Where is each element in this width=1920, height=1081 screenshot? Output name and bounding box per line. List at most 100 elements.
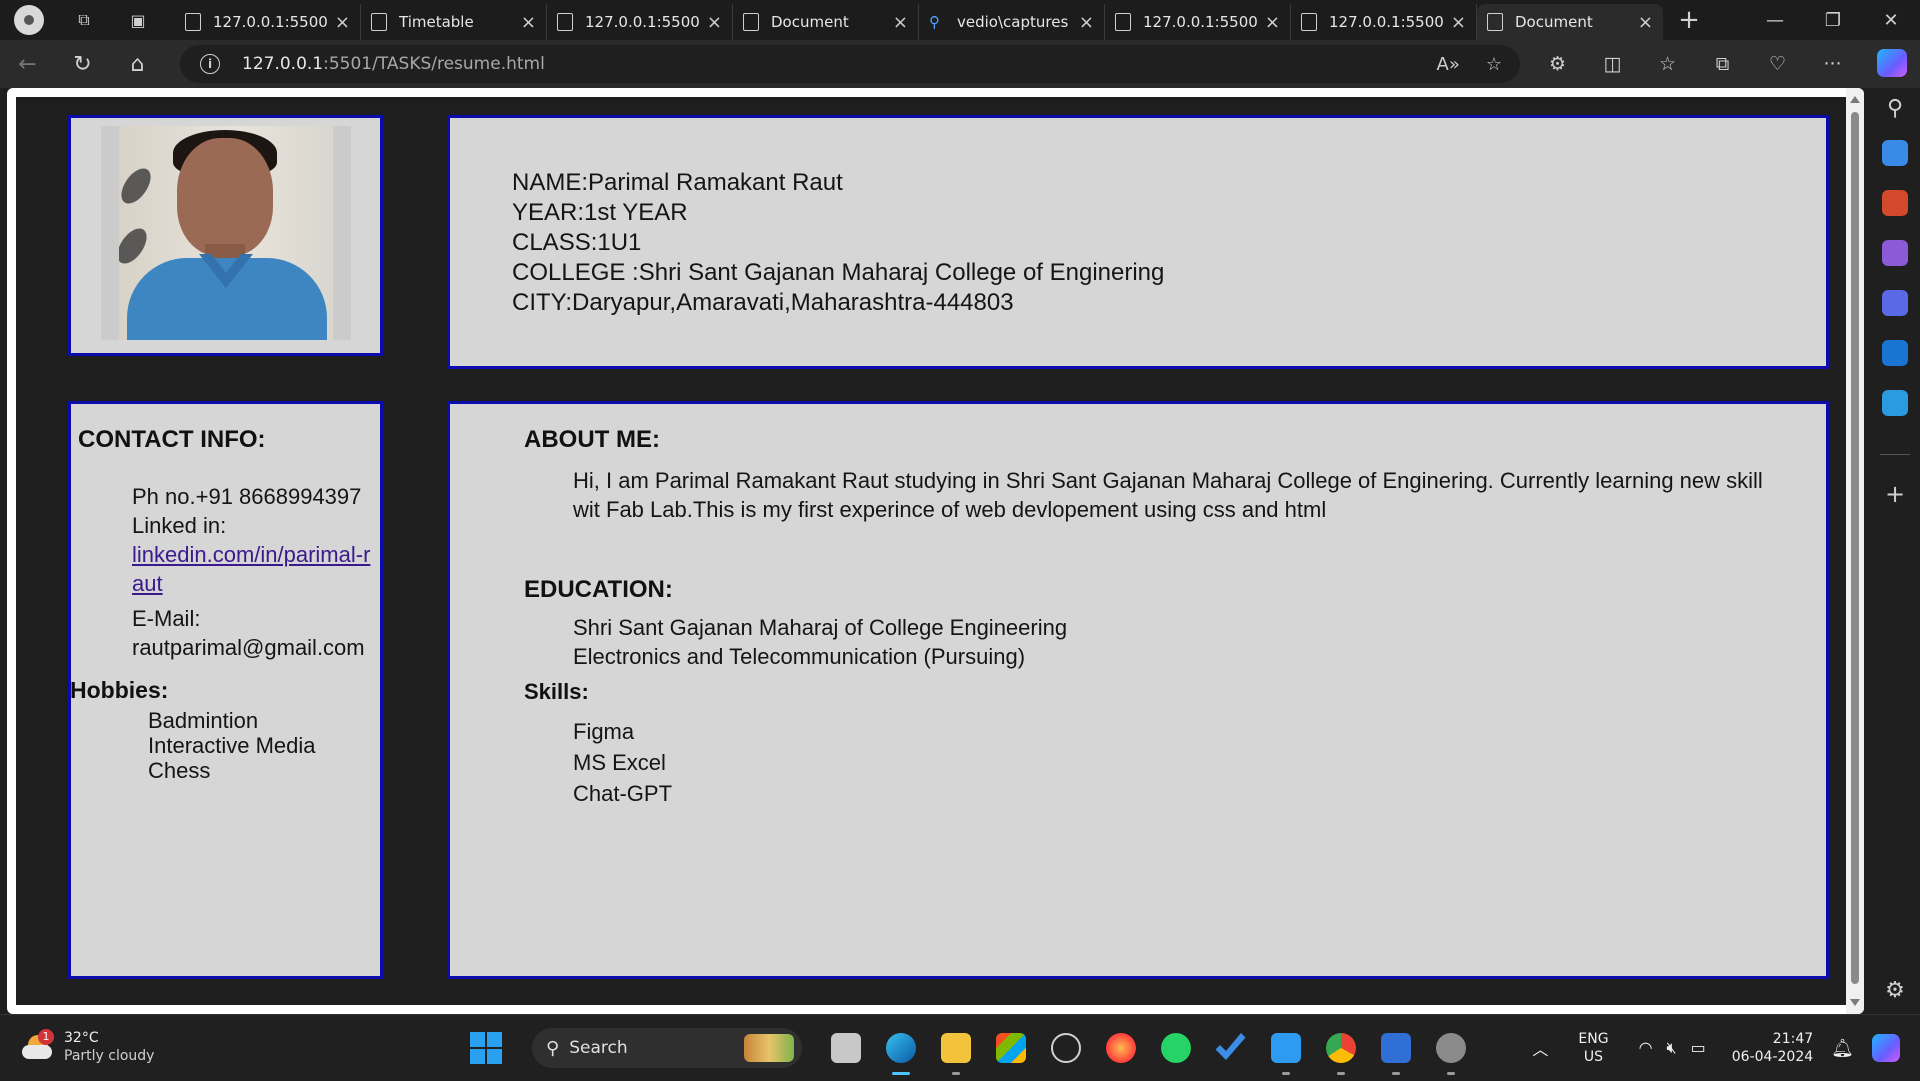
close-tab-icon[interactable]: × bbox=[1638, 12, 1653, 33]
whatsapp-icon[interactable] bbox=[1148, 1015, 1203, 1081]
lang-top: ENG bbox=[1578, 1031, 1609, 1047]
extensions-icon[interactable]: ⚙ bbox=[1530, 53, 1585, 75]
photo-leaf bbox=[119, 163, 157, 209]
class-line: CLASS:1U1 bbox=[512, 229, 642, 256]
taskbar-search[interactable]: ⚲ Search bbox=[532, 1028, 802, 1068]
page-icon bbox=[371, 13, 387, 31]
drop-icon[interactable] bbox=[1882, 390, 1908, 416]
search-highlight-image bbox=[744, 1034, 794, 1062]
tab-title: Document bbox=[771, 13, 849, 31]
photo-card bbox=[68, 115, 383, 356]
tab-title: 127.0.0.1:5500/ bbox=[1329, 13, 1443, 31]
tab-1[interactable]: 127.0.0.1:5500/ × bbox=[175, 4, 361, 40]
file-explorer-icon[interactable] bbox=[928, 1015, 983, 1081]
shopping-tag-icon[interactable] bbox=[1882, 140, 1908, 166]
microsoft-store-icon[interactable] bbox=[983, 1015, 1038, 1081]
site-info-icon[interactable]: i bbox=[200, 54, 220, 74]
tab-8-active[interactable]: Document × bbox=[1477, 4, 1663, 40]
outlook-icon[interactable] bbox=[1882, 340, 1908, 366]
close-tab-icon[interactable]: × bbox=[1079, 12, 1094, 33]
volume-muted-icon: 🔇︎ bbox=[1666, 1038, 1677, 1057]
new-tab-button[interactable]: + bbox=[1669, 5, 1709, 35]
education-college: Shri Sant Gajanan Maharaj of College Eng… bbox=[573, 615, 1068, 640]
close-tab-icon[interactable]: × bbox=[521, 12, 536, 33]
scroll-up-arrow-icon[interactable] bbox=[1850, 96, 1860, 103]
tab-2[interactable]: Timetable × bbox=[361, 4, 547, 40]
media-player-icon[interactable] bbox=[1368, 1015, 1423, 1081]
more-menu-icon[interactable]: ··· bbox=[1805, 53, 1860, 75]
workspaces-icon[interactable]: ⧉ bbox=[70, 6, 98, 34]
favorite-star-icon[interactable]: ☆ bbox=[1486, 54, 1502, 75]
lang-bottom: US bbox=[1583, 1049, 1604, 1065]
chrome-icon[interactable] bbox=[1313, 1015, 1368, 1081]
close-tab-icon[interactable]: × bbox=[335, 12, 350, 33]
add-sidebar-app-icon[interactable]: + bbox=[1882, 480, 1908, 508]
todo-icon[interactable] bbox=[1203, 1015, 1258, 1081]
tab-3[interactable]: 127.0.0.1:5500/ × bbox=[547, 4, 733, 40]
copilot-icon[interactable] bbox=[1877, 49, 1907, 77]
settings-icon[interactable] bbox=[1423, 1015, 1478, 1081]
hobby-item: Badmintion bbox=[148, 708, 259, 733]
back-icon[interactable]: ← bbox=[0, 44, 55, 84]
city-line: CITY:Daryapur,Amaravati,Maharashtra-4448… bbox=[512, 289, 1014, 316]
read-aloud-icon[interactable]: A» bbox=[1437, 54, 1460, 75]
taskbar-apps: ⚲ Search bbox=[470, 1015, 1478, 1081]
windows-start-icon[interactable] bbox=[470, 1032, 502, 1064]
taskbar-search-label: Search bbox=[569, 1038, 628, 1058]
show-hidden-icons-icon[interactable]: ︿ bbox=[1532, 1036, 1548, 1060]
microsoft-365-icon[interactable] bbox=[1882, 290, 1908, 316]
refresh-icon[interactable]: ↻ bbox=[55, 44, 110, 84]
linkedin-link[interactable]: linkedin.com/in/parimal-raut bbox=[132, 540, 377, 598]
split-screen-icon[interactable]: ◫ bbox=[1585, 53, 1640, 75]
task-view-icon[interactable] bbox=[818, 1015, 873, 1081]
dell-icon[interactable] bbox=[1038, 1015, 1093, 1081]
collections-icon[interactable]: ⧉ bbox=[1695, 53, 1750, 75]
sidebar-settings-icon[interactable]: ⚙ bbox=[1882, 978, 1908, 1003]
tab-7[interactable]: 127.0.0.1:5500/ × bbox=[1291, 4, 1477, 40]
sidebar-search-icon[interactable]: ⚲ bbox=[1882, 96, 1908, 122]
tab-4[interactable]: Document × bbox=[733, 4, 919, 40]
windows-taskbar: 1 32°C Partly cloudy ⚲ Search ︿ ENG US ◠… bbox=[0, 1014, 1920, 1080]
close-tab-icon[interactable]: × bbox=[1265, 12, 1280, 33]
close-tab-icon[interactable]: × bbox=[707, 12, 722, 33]
url-host: 127.0.0.1 bbox=[242, 54, 324, 74]
page-icon bbox=[1115, 13, 1131, 31]
weather-text: 32°C Partly cloudy bbox=[64, 1029, 154, 1065]
minimize-icon[interactable]: — bbox=[1746, 0, 1804, 40]
tab-title: Timetable bbox=[399, 13, 474, 31]
copilot-taskbar-icon[interactable] bbox=[1872, 1034, 1900, 1062]
close-window-icon[interactable]: ✕ bbox=[1862, 0, 1920, 40]
vscode-icon[interactable] bbox=[1258, 1015, 1313, 1081]
photo-leaf bbox=[119, 223, 153, 269]
home-icon[interactable]: ⌂ bbox=[110, 44, 165, 84]
address-bar[interactable]: i 127.0.0.1:5501/TASKS/resume.html A» ☆ bbox=[180, 45, 1520, 83]
skills-list: Figma MS Excel Chat-GPT bbox=[573, 716, 672, 809]
name-line: NAME:Parimal Ramakant Raut bbox=[512, 169, 843, 196]
clock[interactable]: 21:47 06-04-2024 bbox=[1732, 1030, 1813, 1066]
browser-essentials-icon[interactable]: ♡ bbox=[1750, 53, 1805, 75]
scroll-down-arrow-icon[interactable] bbox=[1850, 999, 1860, 1006]
favorites-icon[interactable]: ☆ bbox=[1640, 53, 1695, 75]
weather-widget[interactable]: 1 32°C Partly cloudy bbox=[22, 1029, 154, 1065]
restore-icon[interactable]: ❐ bbox=[1804, 0, 1862, 40]
tools-briefcase-icon[interactable] bbox=[1882, 190, 1908, 216]
tab-6[interactable]: 127.0.0.1:5500/ × bbox=[1105, 4, 1291, 40]
games-icon[interactable] bbox=[1882, 240, 1908, 266]
page-scrollbar[interactable] bbox=[1846, 88, 1864, 1014]
profile-avatar[interactable] bbox=[14, 5, 44, 35]
close-tab-icon[interactable]: × bbox=[893, 12, 908, 33]
notification-bell-icon[interactable]: 🔔︎ bbox=[1831, 1038, 1854, 1059]
language-indicator[interactable]: ENG US bbox=[1578, 1030, 1608, 1066]
scroll-thumb[interactable] bbox=[1851, 112, 1859, 984]
edge-browser-icon[interactable] bbox=[873, 1015, 928, 1081]
firefox-icon[interactable] bbox=[1093, 1015, 1148, 1081]
tab-5[interactable]: ⚲ vedio\captures × bbox=[919, 4, 1105, 40]
clock-date: 06-04-2024 bbox=[1731, 1049, 1814, 1065]
email-value: rautparimal@gmail.com bbox=[132, 635, 365, 660]
contact-card: CONTACT INFO: Ph no.+91 8668994397 Linke… bbox=[68, 401, 383, 979]
education-title: EDUCATION: bbox=[524, 576, 673, 603]
system-tray: ︿ ENG US ◠ 🔇︎ ▭ 21:47 06-04-2024 🔔︎ bbox=[1532, 1015, 1900, 1081]
close-tab-icon[interactable]: × bbox=[1451, 12, 1466, 33]
tab-actions-icon[interactable]: ▣ bbox=[124, 6, 152, 34]
quick-settings[interactable]: ◠ 🔇︎ ▭ bbox=[1639, 1038, 1706, 1058]
